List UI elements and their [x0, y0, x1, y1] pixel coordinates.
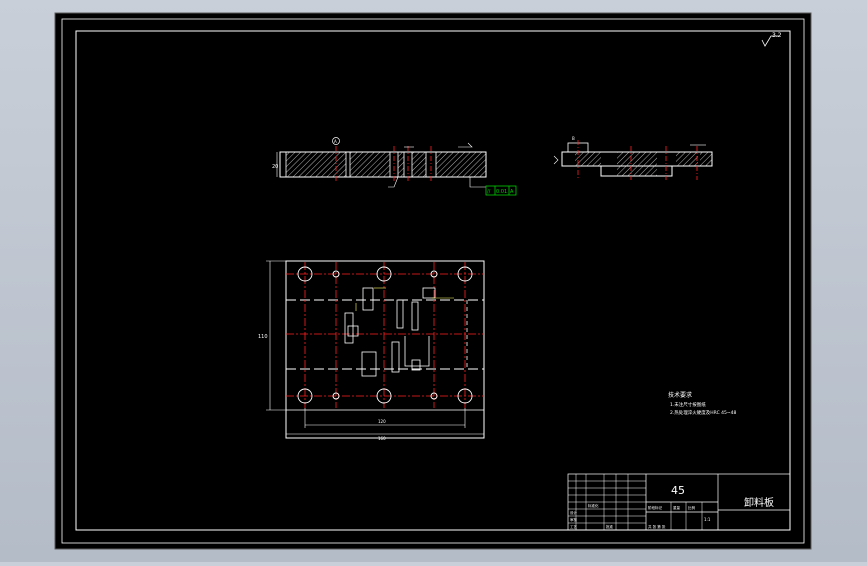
tb-approve: 批准 — [606, 524, 614, 529]
cad-viewport[interactable]: 3.2 20 A // 0.01 A B 110 120 160 技术要求 1.… — [0, 0, 867, 562]
material-label: 45 — [671, 484, 685, 497]
tb-checker: 审核 — [570, 517, 578, 522]
tolerance-symbol: // — [487, 189, 491, 195]
tech-req-title: 技术要求 — [668, 391, 692, 399]
side-view-label: B — [572, 136, 575, 141]
dim-height-label: 20 — [272, 164, 278, 170]
hatch-area-1 — [286, 152, 346, 177]
tolerance-datum: A — [510, 189, 514, 195]
dim-hole-spacing: 120 — [378, 419, 386, 424]
tb-stage: 阶段标记 — [648, 505, 662, 510]
tb-scale: 比例 — [688, 505, 696, 510]
tb-standard: 标准化 — [588, 503, 599, 508]
tolerance-value: 0.01 — [496, 189, 507, 195]
hatch-area-4 — [412, 152, 426, 177]
dim-plan-height: 110 — [258, 334, 268, 340]
tb-weight: 重量 — [673, 505, 681, 510]
hatch-area-2 — [350, 152, 390, 177]
tech-req-line-1: 1.未注尺寸按图纸 — [670, 401, 706, 408]
tb-scale-value: 1:1 — [704, 517, 711, 522]
geometric-tolerance-frame: // 0.01 A — [485, 185, 517, 196]
hatch-area-5 — [436, 152, 486, 177]
datum-marker-label: A — [334, 139, 337, 144]
tb-process: 工艺 — [570, 524, 578, 529]
drawing-canvas: 3.2 20 A // 0.01 A B 110 120 160 技术要求 1.… — [54, 12, 812, 550]
tb-sheet: 共 张 第 张 — [648, 524, 666, 529]
tb-designer: 设计 — [570, 510, 578, 515]
part-title: 卸料板 — [744, 496, 774, 509]
dim-plan-width: 160 — [378, 436, 386, 441]
sheet-background — [54, 12, 812, 550]
tech-req-line-2: 2.热处理淬火硬度及HRC 45~48 — [670, 409, 737, 416]
hatch-area-3 — [398, 152, 404, 177]
roughness-value: 3.2 — [772, 32, 782, 39]
